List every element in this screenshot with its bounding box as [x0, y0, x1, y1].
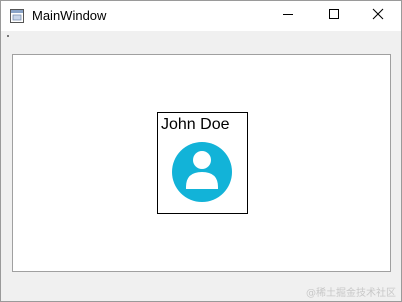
central-widget: John Doe [12, 54, 391, 272]
close-icon [372, 7, 384, 25]
toolbar-handle[interactable] [7, 35, 9, 37]
maximize-button[interactable] [311, 1, 357, 31]
main-window: MainWindow John Doe [0, 0, 402, 302]
title-bar[interactable]: MainWindow [1, 1, 401, 31]
minimize-icon [282, 7, 294, 25]
contact-name: John Doe [161, 116, 230, 133]
watermark-text: @稀土掘金技术社区 [306, 288, 396, 299]
user-avatar-icon [172, 142, 232, 202]
minimize-button[interactable] [265, 1, 311, 31]
app-window-icon [10, 9, 24, 23]
close-button[interactable] [355, 1, 401, 31]
window-title: MainWindow [32, 8, 107, 23]
maximize-icon [328, 7, 340, 25]
menu-bar [1, 31, 401, 41]
contact-card[interactable]: John Doe [157, 112, 248, 214]
